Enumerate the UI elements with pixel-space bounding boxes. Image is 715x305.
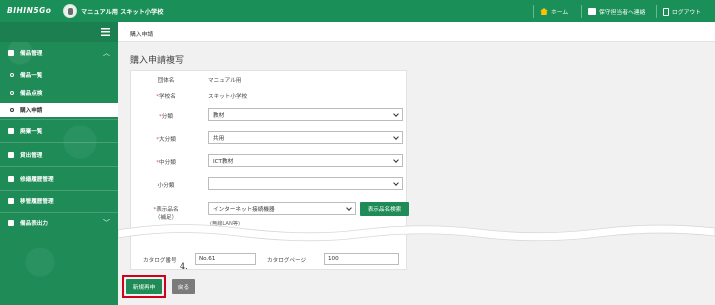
highlight-box <box>122 275 166 298</box>
bullet-icon <box>10 108 14 112</box>
sidebar-item-equipment-management[interactable]: 備品管理 ︿ <box>0 46 118 60</box>
sidebar-item-label: 備品管理 <box>20 51 43 57</box>
sidebar-item-equipment-list[interactable]: 備品一覧 <box>0 68 118 82</box>
minor-category-select[interactable] <box>208 177 403 190</box>
sidebar-item-transfer-history[interactable]: 移管履歴管理 <box>0 194 118 208</box>
school-emblem-icon <box>63 4 77 18</box>
display-name-search-button[interactable]: 表示品名検索 <box>360 202 409 216</box>
organization-name: マニュアル用 スキット小学校 <box>81 9 164 16</box>
catalog-number-input[interactable]: No.61 <box>195 253 256 265</box>
category-select[interactable]: 教材 <box>208 108 403 121</box>
sidebar-item-purchase-request[interactable]: 購入申請 <box>0 103 118 117</box>
catalog-page-label: カタログページ <box>267 258 307 264</box>
major-category-selected-value: 共用 <box>213 135 225 142</box>
contact-link-label: 保守担当者へ連絡 <box>599 10 646 16</box>
step-number-annotation: 4. <box>180 262 188 271</box>
display-name-label: *表示品名 <box>153 207 179 213</box>
school-name-value: スキット小学校 <box>208 94 248 100</box>
catalog-page-value: 100 <box>328 256 339 262</box>
logout-link[interactable]: ログアウト <box>656 5 701 18</box>
sidebar-item-label: 購入申請 <box>20 108 43 114</box>
table-icon <box>8 220 14 226</box>
page-title: 購入申請複写 <box>130 56 185 66</box>
main-content: 購入申請複写 団体名 マニュアル用 *学校名 スキット小学校 *分類 教材 *大… <box>118 42 715 305</box>
sidebar-item-lending-management[interactable]: 貸出管理 <box>0 148 118 162</box>
home-link[interactable]: ホーム <box>533 5 568 18</box>
sidebar-item-label: 備品一覧 <box>20 73 43 79</box>
sidebar-divider <box>0 166 118 167</box>
home-icon <box>540 8 548 15</box>
back-button[interactable]: 戻る <box>172 279 195 294</box>
chevron-down-icon <box>393 111 399 117</box>
menu-toggle-icon[interactable] <box>101 28 110 36</box>
sidebar-divider <box>0 142 118 143</box>
transfer-icon <box>8 198 14 204</box>
chevron-down-icon <box>393 134 399 140</box>
bullet-icon <box>10 91 14 95</box>
sidebar-divider <box>0 190 118 191</box>
sidebar-item-label: 備品点検 <box>20 91 43 97</box>
category-label: *分類 <box>159 114 173 120</box>
sidebar-item-disposal-list[interactable]: 廃棄一覧 <box>0 124 118 138</box>
breadcrumb: 購入申請 <box>130 32 154 38</box>
contact-maintenance-link[interactable]: 保守担当者へ連絡 <box>581 5 645 18</box>
sidebar <box>0 22 118 305</box>
equipment-icon <box>8 50 14 56</box>
sidebar-item-equipment-inspection[interactable]: 備品点検 <box>0 86 118 100</box>
chevron-down-icon: ﹀ <box>103 219 110 227</box>
minor-category-label: 小分類 <box>157 183 175 189</box>
swap-arrows-icon <box>8 152 14 158</box>
trash-icon <box>8 128 14 134</box>
sidebar-item-label: 修繕履歴管理 <box>20 177 54 183</box>
major-category-label: *大分類 <box>156 137 176 143</box>
catalog-page-input[interactable]: 100 <box>324 253 399 265</box>
logout-link-label: ログアウト <box>672 10 701 16</box>
sidebar-divider <box>0 119 118 120</box>
group-name-value: マニュアル用 <box>208 78 242 84</box>
middle-category-selected-value: ICT教材 <box>213 158 234 165</box>
chevron-down-icon <box>346 205 352 211</box>
app-logo[interactable]: BIHIN5Go <box>7 6 51 15</box>
chevron-down-icon <box>393 157 399 163</box>
mail-icon <box>588 8 596 15</box>
catalog-number-value: No.61 <box>199 256 216 262</box>
wrench-icon <box>8 176 14 182</box>
sidebar-divider <box>0 212 118 213</box>
display-name-selected-value: インターネット接続機器 <box>213 206 275 213</box>
breadcrumb-bar: 購入申請 <box>118 22 715 42</box>
bullet-icon <box>10 73 14 77</box>
major-category-select[interactable]: 共用 <box>208 131 403 144</box>
sidebar-top <box>0 22 118 42</box>
catalog-number-label: カタログ番号 <box>143 258 177 264</box>
top-header: BIHIN5Go マニュアル用 スキット小学校 ホーム 保守担当者へ連絡 ログア… <box>0 0 715 22</box>
chevron-down-icon <box>393 180 399 186</box>
sidebar-item-label: 貸出管理 <box>20 153 43 159</box>
logout-icon <box>663 7 669 16</box>
middle-category-label: *中分類 <box>156 160 176 166</box>
sidebar-item-label: 備品表出力 <box>20 221 48 227</box>
middle-category-select[interactable]: ICT教材 <box>208 154 403 167</box>
category-selected-value: 教材 <box>213 112 225 119</box>
display-name-select[interactable]: インターネット接続機器 <box>208 202 356 215</box>
sidebar-item-equipment-report[interactable]: 備品表出力 ﹀ <box>0 216 118 230</box>
group-name-label: 団体名 <box>157 78 175 84</box>
sidebar-item-label: 移管履歴管理 <box>20 199 54 205</box>
sidebar-item-label: 廃棄一覧 <box>20 129 43 135</box>
sidebar-item-repair-history[interactable]: 修繕履歴管理 <box>0 172 118 186</box>
school-name-label: *学校名 <box>156 94 176 100</box>
chevron-up-icon: ︿ <box>103 49 110 57</box>
torn-edge-divider <box>118 224 715 242</box>
home-link-label: ホーム <box>551 10 569 16</box>
display-name-sublabel: （補足） <box>154 215 178 221</box>
